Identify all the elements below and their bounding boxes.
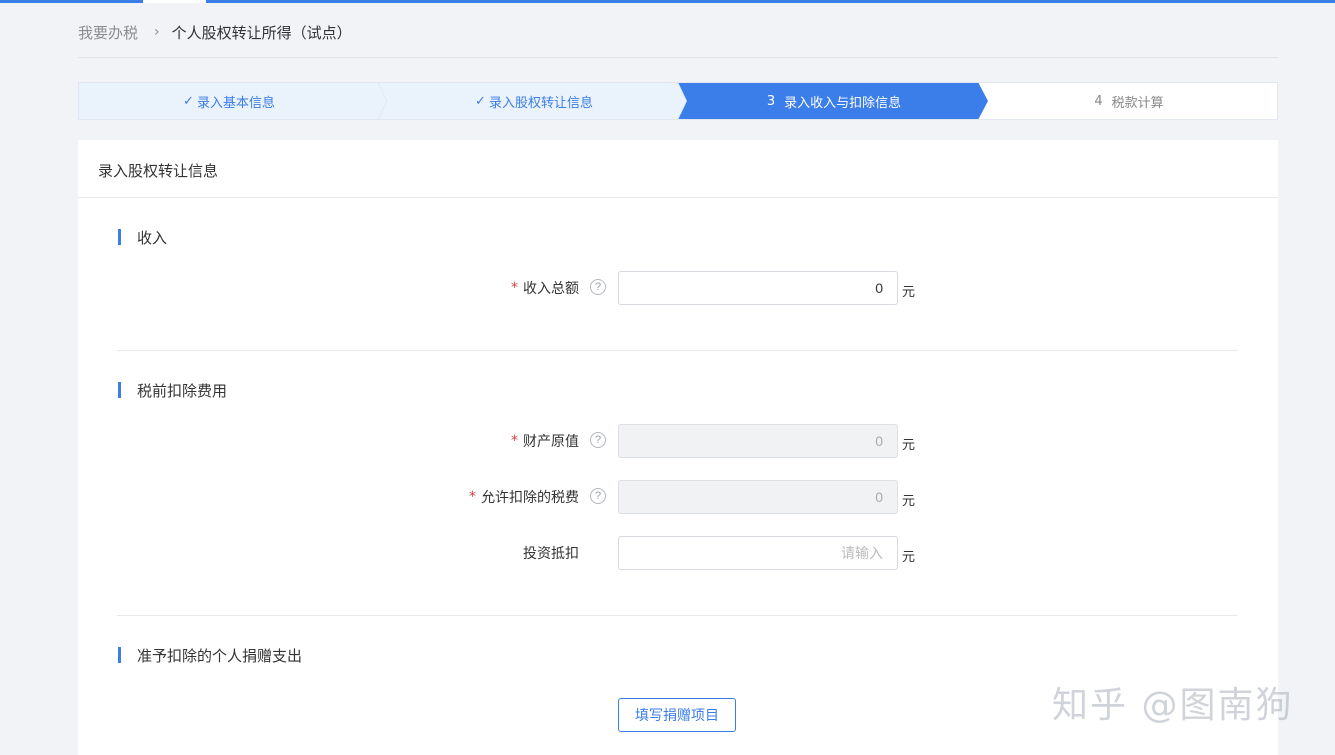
investment-deduction-label: 投资抵扣 (523, 536, 579, 570)
investment-deduction-input[interactable] (618, 536, 898, 570)
unit-label: 元 (902, 549, 916, 565)
help-icon[interactable]: ? (590, 488, 606, 504)
income-total-input[interactable] (618, 271, 898, 305)
section-accent-bar (118, 382, 121, 398)
field-label-text: 财产原值 (523, 434, 579, 450)
field-label-text: 收入总额 (523, 281, 579, 297)
step-number: 3 (766, 93, 776, 109)
chevron-right-icon: › (154, 24, 160, 40)
required-mark: * (511, 433, 518, 449)
field-label-text: 投资抵扣 (523, 546, 579, 562)
section-divider (117, 615, 1238, 616)
income-total-row: * 收入总额 ? 元 (78, 271, 1278, 305)
section-title-text: 准予扣除的个人捐赠支出 (137, 646, 303, 665)
unit-label: 元 (902, 437, 916, 453)
check-icon: ✓ (183, 93, 194, 109)
panel-header-divider (78, 197, 1278, 198)
step-label: 录入基本信息 (196, 95, 275, 111)
step-income-deduction[interactable]: 3 录入收入与扣除信息 (689, 83, 979, 119)
unit-label: 元 (902, 493, 916, 509)
step-number: 4 (1094, 93, 1103, 109)
deductible-tax-fee-row: * 允许扣除的税费 ? 元 (78, 480, 1278, 514)
panel-title: 录入股权转让信息 (98, 162, 219, 180)
top-tab-indicator (143, 0, 206, 3)
required-mark: * (469, 489, 476, 505)
original-value-label: * 财产原值 (511, 424, 579, 458)
check-icon: ✓ (475, 93, 486, 109)
breadcrumb: 我要办税 › 个人股权转让所得（试点） (78, 20, 352, 44)
section-divider (117, 350, 1238, 351)
field-label-text: 允许扣除的税费 (481, 490, 579, 506)
step-label: 录入股权转让信息 (488, 95, 593, 111)
section-accent-bar (118, 647, 121, 663)
investment-deduction-row: 投资抵扣 元 (78, 536, 1278, 570)
step-equity-transfer-info[interactable]: ✓ 录入股权转让信息 (389, 83, 679, 119)
step-tax-calculation[interactable]: 4 税款计算 (989, 83, 1269, 119)
deductible-tax-fee-input (618, 480, 898, 514)
help-icon[interactable]: ? (590, 279, 606, 295)
breadcrumb-home-link[interactable]: 我要办税 (78, 22, 138, 43)
section-pretax-deduction: 税前扣除费用 (118, 380, 227, 400)
fill-donation-button[interactable]: 填写捐赠项目 (618, 698, 736, 732)
deductible-tax-fee-label: * 允许扣除的税费 (469, 480, 579, 514)
help-icon[interactable]: ? (590, 432, 606, 448)
header-divider (78, 57, 1278, 58)
original-value-row: * 财产原值 ? 元 (78, 424, 1278, 458)
section-income: 收入 (118, 227, 167, 247)
section-title-text: 收入 (137, 228, 168, 247)
watermark: 知乎 @图南狗 (1052, 685, 1294, 726)
step-basic-info[interactable]: ✓ 录入基本信息 (79, 83, 379, 119)
section-accent-bar (118, 229, 121, 245)
section-donation: 准予扣除的个人捐赠支出 (118, 645, 302, 665)
breadcrumb-current: 个人股权转让所得（试点） (171, 23, 352, 42)
step-label: 税款计算 (1111, 95, 1164, 111)
form-panel: 录入股权转让信息 收入 * 收入总额 ? 元 税前扣除费用 * 财产原值 ? 元… (78, 140, 1278, 755)
step-label: 录入收入与扣除信息 (784, 95, 902, 111)
required-mark: * (511, 280, 518, 296)
income-total-label: * 收入总额 (511, 271, 579, 305)
unit-label: 元 (902, 284, 916, 300)
step-progress: ✓ 录入基本信息 ✓ 录入股权转让信息 3 录入收入与扣除信息 4 税款计算 (78, 82, 1278, 120)
original-value-input (618, 424, 898, 458)
section-title-text: 税前扣除费用 (137, 381, 228, 400)
